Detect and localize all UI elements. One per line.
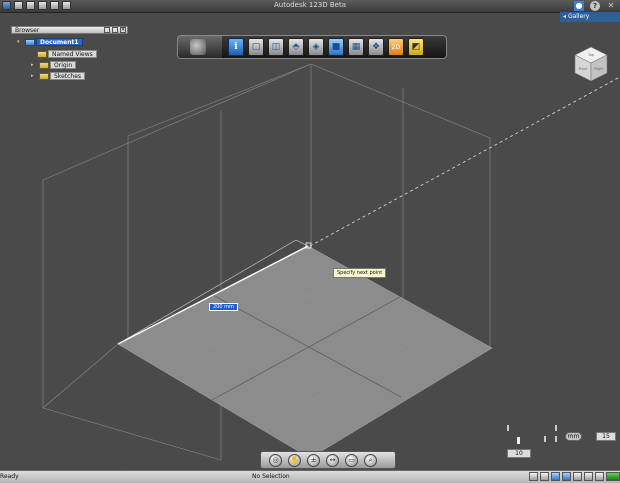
- settings-icon[interactable]: [595, 472, 604, 481]
- view-cube-right-label: Right: [594, 67, 604, 71]
- view-cube-front-label: Front: [579, 67, 588, 71]
- navigation-bar: ◎ ✋ ± ↔ ▭ ⌕: [260, 451, 396, 469]
- view-style-icon[interactable]: [551, 472, 560, 481]
- tree-item-named-views[interactable]: Named Views: [37, 50, 97, 58]
- pan-icon[interactable]: ✋: [288, 453, 301, 467]
- box-icon[interactable]: ▢: [248, 38, 264, 56]
- close-icon[interactable]: ✕: [606, 1, 616, 11]
- user-icon[interactable]: ●: [574, 1, 584, 11]
- view-cube-top-label: Top: [587, 53, 595, 57]
- pattern-icon[interactable]: ▦: [348, 38, 364, 56]
- folder-icon: [37, 50, 47, 58]
- tree-item-document[interactable]: ▾ Document1: [17, 38, 83, 46]
- selection-status: No Selection: [252, 473, 290, 480]
- snap-slider-tick: [555, 425, 557, 431]
- grid-value-field[interactable]: 10: [507, 449, 531, 458]
- snap-toggle-icon[interactable]: [540, 472, 549, 481]
- snap-slider-tick: [555, 436, 557, 442]
- pin-icon[interactable]: [104, 27, 110, 33]
- collapse-icon[interactable]: ▾: [17, 39, 22, 45]
- tree-item-label: Named Views: [48, 50, 97, 58]
- status-text: Ready: [0, 473, 19, 480]
- shading-icon[interactable]: [562, 472, 571, 481]
- document-icon: [25, 38, 35, 46]
- visual-style-icon[interactable]: [573, 472, 582, 481]
- snap-value-field[interactable]: 15: [596, 432, 616, 441]
- units-button[interactable]: mm: [565, 432, 582, 441]
- main-toolbar: i ▢ ◫ ⬘ ◈ ■ ▦ ❖ 2D ◩: [177, 35, 447, 59]
- grid-toggle-icon[interactable]: [529, 472, 538, 481]
- grid-slider-tick: [544, 436, 546, 442]
- toolbar-grip[interactable]: [178, 36, 222, 58]
- sweep-icon[interactable]: ◈: [308, 38, 324, 56]
- browser-close-icon[interactable]: ✕: [120, 27, 126, 33]
- performance-icon[interactable]: [606, 472, 620, 481]
- browser-title: Browser: [15, 27, 40, 34]
- top-right-controls: ● ? ✕: [574, 1, 616, 11]
- zoom-window-icon[interactable]: ⌕: [364, 453, 377, 467]
- combine-icon[interactable]: ■: [328, 38, 344, 56]
- cylinder-icon[interactable]: ◫: [268, 38, 284, 56]
- minimize-icon[interactable]: [112, 27, 118, 33]
- primitives-icon: [190, 39, 206, 55]
- 2d-sketch-icon[interactable]: 2D: [388, 38, 404, 56]
- expand-icon[interactable]: ▸: [31, 62, 36, 68]
- tree-item-label: Origin: [50, 61, 77, 69]
- browser-panel: Browser ✕ ▾ Document1 Named Views ▸ Orig…: [11, 26, 128, 84]
- axis-dashed-line: [309, 77, 619, 247]
- grid-slider-tick: [507, 425, 509, 431]
- grid-slider-handle[interactable]: [517, 437, 520, 444]
- material-icon[interactable]: ◩: [408, 38, 424, 56]
- expand-icon[interactable]: ▸: [31, 73, 36, 79]
- status-tools: [529, 472, 620, 481]
- browser-header: Browser ✕: [11, 26, 128, 34]
- status-bar: Ready No Selection: [0, 470, 620, 483]
- tree-item-origin[interactable]: ▸ Origin: [31, 61, 77, 69]
- view-cube[interactable]: Top Front Right: [573, 45, 609, 83]
- group-icon[interactable]: ❖: [368, 38, 384, 56]
- zoom-icon[interactable]: ±: [307, 453, 320, 467]
- dimension-input[interactable]: 200 mm: [209, 303, 238, 311]
- prompt-tooltip: Specify next point: [333, 268, 387, 278]
- info-icon[interactable]: i: [228, 38, 244, 56]
- extrude-icon[interactable]: ⬘: [288, 38, 304, 56]
- window-title: Autodesk 123D Beta: [273, 1, 347, 9]
- fit-view-icon[interactable]: ▭: [345, 453, 358, 467]
- tree-item-label: Document1: [36, 38, 83, 46]
- orbit-icon[interactable]: ◎: [269, 453, 282, 467]
- tree-item-sketches[interactable]: ▸ Sketches: [31, 72, 86, 80]
- folder-icon: [39, 61, 49, 69]
- ground-plane: [117, 245, 493, 459]
- material-toggle-icon[interactable]: [584, 472, 593, 481]
- tree-item-label: Sketches: [50, 72, 86, 80]
- look-at-icon[interactable]: ↔: [326, 453, 339, 467]
- folder-icon: [39, 72, 49, 80]
- help-icon[interactable]: ?: [590, 1, 600, 11]
